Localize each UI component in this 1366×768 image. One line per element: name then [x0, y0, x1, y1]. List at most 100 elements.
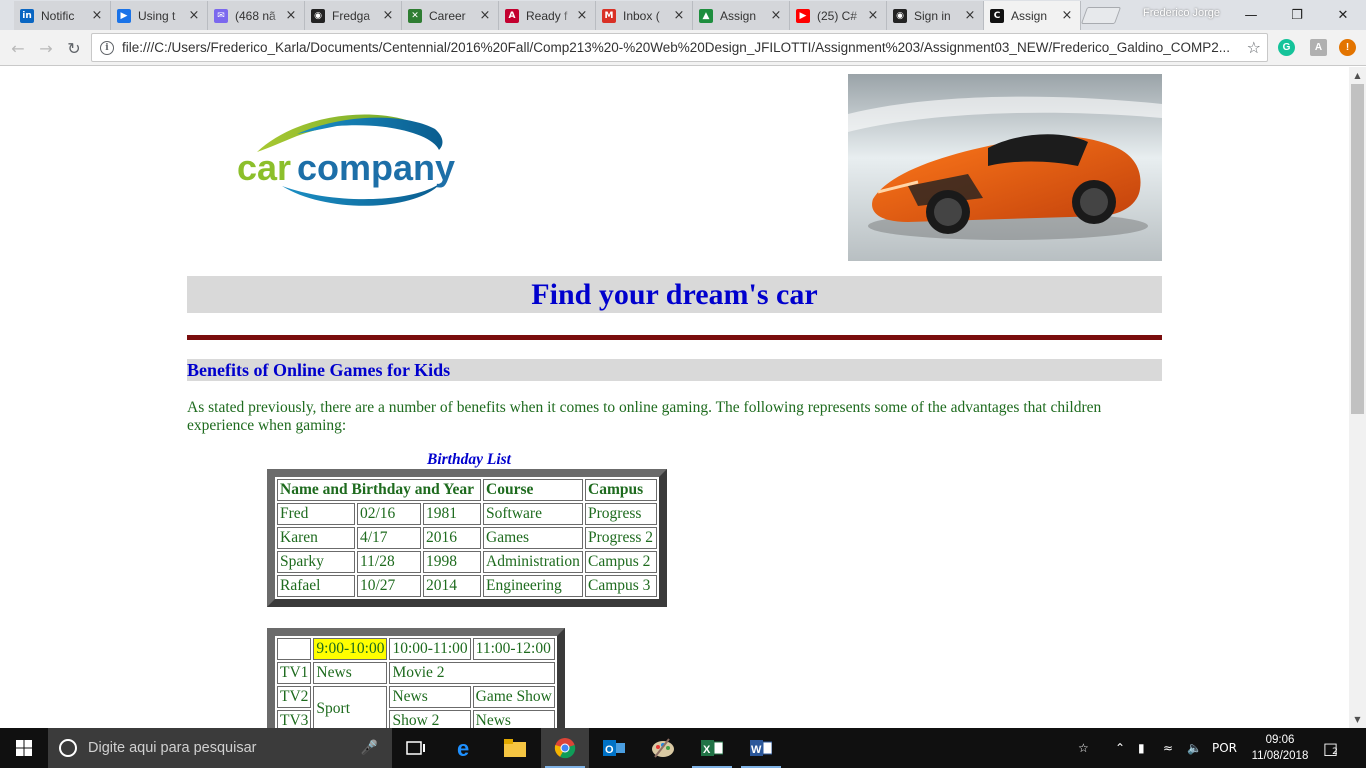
close-tab-icon[interactable]: ×: [963, 8, 977, 23]
volume-icon[interactable]: 🔈: [1187, 728, 1202, 768]
url-text[interactable]: file:///C:/Users/Frederico_Karla/Documen…: [122, 40, 1242, 55]
info-icon[interactable]: i: [100, 40, 114, 55]
microphone-icon[interactable]: 🎤: [361, 740, 378, 756]
time-cell: 10:00-11:00: [389, 638, 471, 660]
table-cell: 02/16: [357, 503, 421, 525]
scrollbar-thumb[interactable]: [1351, 84, 1364, 414]
restore-button[interactable]: ❐: [1274, 0, 1320, 30]
svg-text:O: O: [605, 744, 614, 756]
browser-tab[interactable]: ✕ Career ×: [402, 1, 499, 30]
scroll-up-icon[interactable]: ▲: [1349, 67, 1366, 84]
battery-icon[interactable]: ▮: [1138, 728, 1145, 768]
chrome-taskbar-icon[interactable]: [541, 728, 589, 768]
show-hidden-icons[interactable]: ⌃: [1115, 728, 1125, 768]
close-tab-icon[interactable]: ×: [478, 8, 492, 23]
table-cell: Software: [483, 503, 583, 525]
table-cell: Karen: [277, 527, 355, 549]
paint-icon[interactable]: [639, 728, 687, 768]
edge-icon[interactable]: e: [442, 728, 490, 768]
address-bar[interactable]: i file:///C:/Users/Frederico_Karla/Docum…: [91, 33, 1268, 62]
table-header-row: Name and Birthday and Year Course Campus: [277, 479, 657, 501]
carcompany-logo: car company: [237, 114, 455, 206]
tab-title: Using t: [138, 8, 176, 23]
close-tab-icon[interactable]: ×: [575, 8, 589, 23]
new-tab-button[interactable]: [1080, 7, 1122, 24]
clock[interactable]: 09:06 11/08/2018: [1250, 732, 1310, 764]
close-tab-icon[interactable]: ×: [187, 8, 201, 23]
browser-tab[interactable]: ▲ Assign ×: [693, 1, 790, 30]
close-tab-icon[interactable]: ×: [284, 8, 298, 23]
tab-title: (25) C#: [817, 8, 858, 23]
tab-title: Assign: [720, 8, 757, 23]
close-tab-icon[interactable]: ×: [866, 8, 880, 23]
pdf-extension-icon[interactable]: A: [1310, 39, 1327, 56]
browser-tab[interactable]: ✉ (468 nã ×: [208, 1, 305, 30]
minimize-button[interactable]: —: [1228, 0, 1274, 30]
close-tab-icon[interactable]: ×: [672, 8, 686, 23]
svg-text:W: W: [751, 744, 762, 756]
table-cell: Campus 3: [585, 575, 657, 597]
browser-tab[interactable]: A Ready f ×: [499, 1, 596, 30]
tab-title: Notific: [41, 8, 75, 23]
page-viewport: car company Find your dream's car Benefi…: [0, 67, 1349, 728]
table-cell: 10/27: [357, 575, 421, 597]
excel-icon[interactable]: X: [688, 728, 736, 768]
outlook-icon[interactable]: O: [590, 728, 638, 768]
browser-tab[interactable]: ▶ Using t ×: [111, 1, 208, 30]
c-icon: C: [990, 8, 1004, 23]
wifi-icon[interactable]: ≈: [1163, 728, 1173, 768]
language-indicator[interactable]: POR: [1212, 728, 1237, 768]
start-button[interactable]: [0, 728, 48, 768]
table-row: Sparky 11/28 1998 Administration Campus 2: [277, 551, 657, 573]
notification-count: 2: [1332, 747, 1338, 757]
tab-title: Fredga: [332, 8, 371, 23]
birthday-table: Name and Birthday and Year Course Campus…: [275, 477, 659, 599]
profile-name[interactable]: Frederico Jorge: [1143, 7, 1220, 19]
back-icon[interactable]: ←: [6, 36, 30, 60]
close-tab-icon[interactable]: ×: [381, 8, 395, 23]
table-row: 9:00-10:00 10:00-11:00 11:00-12:00: [277, 638, 555, 660]
browser-tab[interactable]: ◉ Sign in ×: [887, 1, 984, 30]
channel-cell: TV1: [277, 662, 312, 684]
taskbar-search-box[interactable]: Digite aqui para pesquisar 🎤: [48, 728, 392, 768]
table-cell: Engineering: [483, 575, 583, 597]
notifications-icon[interactable]: □ 2: [1323, 728, 1338, 768]
browser-tab[interactable]: in Notific ×: [14, 1, 111, 30]
windows-taskbar: Digite aqui para pesquisar 🎤 e O X W ☆ ⌃…: [0, 728, 1366, 768]
close-window-button[interactable]: ✕: [1320, 0, 1366, 30]
browser-tab[interactable]: ◉ Fredga ×: [305, 1, 402, 30]
angular-icon: A: [505, 8, 519, 23]
browser-tab[interactable]: ▶ (25) C# ×: [790, 1, 887, 30]
vertical-scrollbar[interactable]: ▲ ▼: [1349, 67, 1366, 728]
alert-icon[interactable]: !: [1339, 39, 1356, 56]
word-icon[interactable]: W: [737, 728, 785, 768]
table-cell: 2016: [423, 527, 481, 549]
tab-title: Ready f: [526, 8, 568, 23]
close-tab-icon[interactable]: ×: [769, 8, 783, 23]
tv-schedule-table: 9:00-10:00 10:00-11:00 11:00-12:00 TV1 N…: [275, 636, 557, 728]
grammarly-icon[interactable]: G: [1278, 39, 1295, 56]
program-cell: News: [389, 686, 471, 708]
people-icon[interactable]: ☆: [1078, 728, 1089, 768]
table-row: Karen 4/17 2016 Games Progress 2: [277, 527, 657, 549]
table-cell: 1981: [423, 503, 481, 525]
reload-icon[interactable]: ↻: [62, 36, 86, 60]
browser-tab[interactable]: M Inbox (×: [596, 1, 693, 30]
header-course: Course: [483, 479, 583, 501]
tab-title: Sign in: [914, 8, 951, 23]
close-tab-icon[interactable]: ×: [1060, 8, 1074, 23]
svg-text:X: X: [703, 744, 711, 756]
file-explorer-icon[interactable]: [491, 728, 539, 768]
youtube-icon: ▶: [796, 8, 810, 23]
close-tab-icon[interactable]: ×: [90, 8, 104, 23]
github-icon: ◉: [893, 8, 907, 23]
section-header: Benefits of Online Games for Kids: [187, 359, 1162, 381]
program-cell: News: [313, 662, 388, 684]
bookmark-star-icon[interactable]: ☆: [1247, 38, 1261, 57]
task-view-icon[interactable]: [392, 728, 440, 768]
program-cell: Movie 2: [389, 662, 555, 684]
forward-icon[interactable]: →: [34, 36, 58, 60]
scroll-down-icon[interactable]: ▼: [1349, 711, 1366, 728]
browser-tab[interactable]: C Assign ×: [984, 1, 1081, 30]
table-row: TV2 Sport News Game Show: [277, 686, 555, 728]
